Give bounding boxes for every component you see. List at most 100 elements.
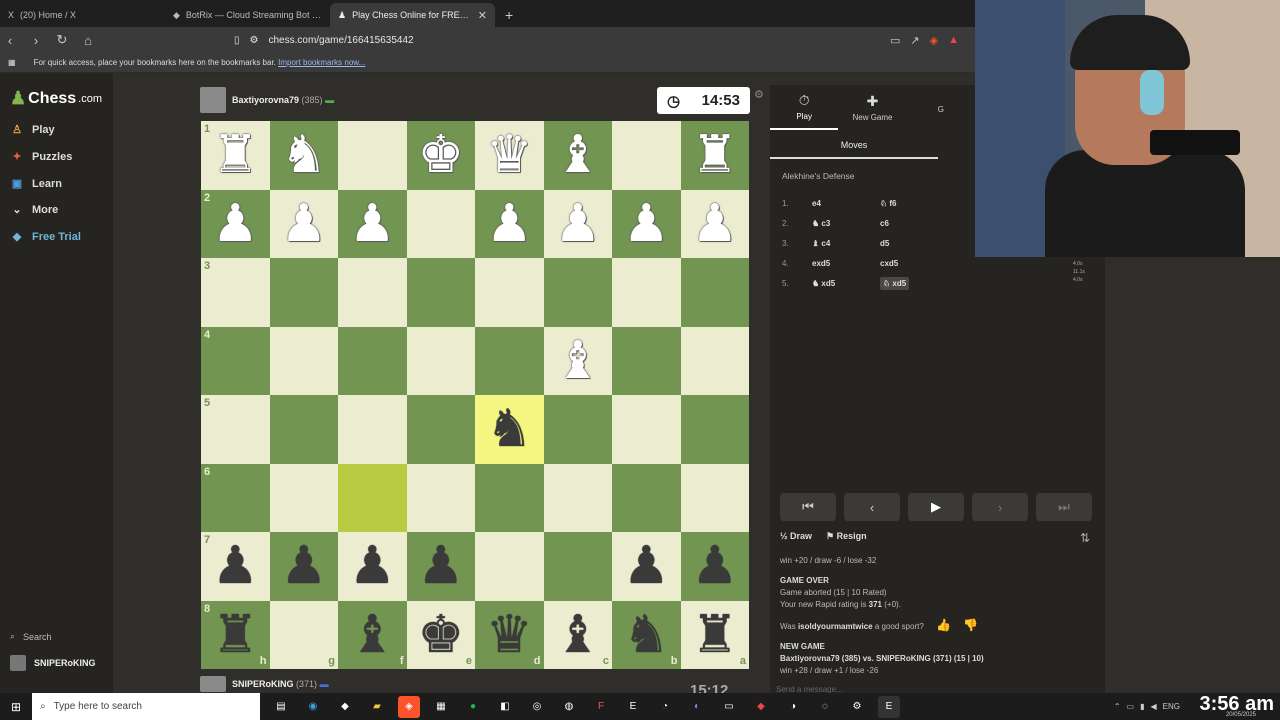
white-pawn-icon[interactable]: ♟ <box>623 198 670 250</box>
browser-tab-x[interactable]: X (20) Home / X <box>0 3 165 27</box>
sidebar-item-learn[interactable]: ▣ Learn <box>10 177 62 191</box>
import-bookmarks-link[interactable]: Import bookmarks now... <box>278 58 365 67</box>
black-knight-icon[interactable]: ♞ <box>623 609 670 661</box>
epic-icon[interactable]: E <box>622 696 644 718</box>
white-bishop-icon[interactable]: ♝ <box>554 129 601 181</box>
home-icon[interactable]: ⌂ <box>78 33 98 48</box>
black-bishop-icon[interactable]: ♝ <box>349 609 396 661</box>
board-settings-gear-icon[interactable]: ⚙ <box>754 88 764 101</box>
board-square[interactable] <box>338 463 407 532</box>
board-square[interactable]: ♟ <box>612 532 681 601</box>
board-square[interactable]: ♚ <box>406 121 475 190</box>
board-square[interactable] <box>475 463 544 532</box>
move-black[interactable]: d5 <box>880 239 940 248</box>
game-icon[interactable]: ◆ <box>334 696 356 718</box>
white-king-icon[interactable]: ♚ <box>417 129 464 181</box>
board-square[interactable] <box>406 395 475 464</box>
chess-board[interactable]: 1 ♜ ♞ ♚ ♛ ♝ ♜ 2 ♟ ♟ ♟ ♟ ♟ ♟ ♟ 3 4 ♝ 5 ♞ 6 7 ♟ ♟ ♟ ♟ ♟ ♟ 8 h ♜ g f ♝ e ♚ d ♛ c ♝… <box>201 121 749 669</box>
white-pawn-icon[interactable]: ♟ <box>691 198 738 250</box>
taskbar-search[interactable]: ⌕ Type here to search <box>32 693 260 720</box>
network-icon[interactable]: ▭ <box>1127 702 1135 711</box>
sidebar-item-puzzles[interactable]: ✦ Puzzles <box>10 150 72 164</box>
board-square[interactable] <box>475 532 544 601</box>
chess-logo[interactable]: ♟ Chess .com <box>10 88 102 109</box>
black-pawn-icon[interactable]: ♟ <box>349 540 396 592</box>
white-knight-icon[interactable]: ♞ <box>280 129 327 181</box>
board-square[interactable] <box>475 326 544 395</box>
board-square[interactable] <box>338 326 407 395</box>
board-square[interactable]: ♟ <box>338 532 407 601</box>
black-king-icon[interactable]: ♚ <box>417 609 464 661</box>
sidebar-item-play[interactable]: ♙ Play <box>10 123 55 137</box>
board-square[interactable]: ♞ <box>475 395 544 464</box>
board-square[interactable]: e ♚ <box>406 600 475 669</box>
close-tab-icon[interactable]: ✕ <box>478 9 487 22</box>
bottom-player-name[interactable]: SNIPERoKING <box>232 679 294 689</box>
board-square[interactable]: ♟ <box>475 189 544 258</box>
task-view-icon[interactable]: ▤ <box>270 696 292 718</box>
black-bishop-icon[interactable]: ♝ <box>554 609 601 661</box>
microphone-icon[interactable]: ▮ <box>1140 702 1144 711</box>
board-square[interactable]: ♟ <box>612 189 681 258</box>
avatar[interactable] <box>200 87 226 113</box>
move-white[interactable]: ♞ c3 <box>812 219 880 228</box>
apps-grid-icon[interactable]: ▦ <box>8 58 16 67</box>
browser-tab-chess[interactable]: ♟ Play Chess Online for FREE - 2 Pl ✕ <box>330 3 495 27</box>
board-square[interactable] <box>475 258 544 327</box>
board-square[interactable]: ♛ <box>475 121 544 190</box>
black-pawn-icon[interactable]: ♟ <box>212 540 259 592</box>
sidebar-user[interactable]: SNIPERoKING <box>10 655 96 671</box>
board-square[interactable]: 4 <box>201 326 270 395</box>
tab-moves[interactable]: Moves <box>770 133 938 159</box>
sidebar-item-free-trial[interactable]: ◆ Free Trial <box>10 230 81 244</box>
board-square[interactable] <box>406 258 475 327</box>
draw-button[interactable]: ½ Draw <box>780 531 812 542</box>
move-black[interactable]: c6 <box>880 219 940 228</box>
back-icon[interactable]: ‹ <box>0 33 20 48</box>
board-square[interactable]: 2 ♟ <box>201 189 270 258</box>
move-white[interactable]: exd5 <box>812 259 880 268</box>
avatar[interactable] <box>200 676 226 692</box>
last-move-button[interactable]: ⏭ <box>1036 493 1092 521</box>
white-pawn-icon[interactable]: ♟ <box>280 198 327 250</box>
sidebar-search[interactable]: ⌕ Search <box>10 631 52 642</box>
board-square[interactable] <box>612 463 681 532</box>
board-square[interactable]: ♟ <box>269 532 338 601</box>
flip-board-icon[interactable]: ⇅ <box>1080 531 1090 545</box>
black-pawn-icon[interactable]: ♟ <box>417 540 464 592</box>
board-square[interactable] <box>406 463 475 532</box>
board-square[interactable]: ♝ <box>543 121 612 190</box>
spotify-icon[interactable]: ● <box>462 696 484 718</box>
white-rook-icon[interactable]: ♜ <box>212 129 259 181</box>
black-knight-icon[interactable]: ♞ <box>486 403 533 455</box>
chrome-icon[interactable]: ◔ <box>654 696 676 718</box>
board-square[interactable] <box>406 189 475 258</box>
sidebar-item-more[interactable]: ⌄ More <box>10 203 58 217</box>
board-square[interactable] <box>338 258 407 327</box>
tab-new-game[interactable]: ✚ New Game <box>838 85 906 130</box>
volume-icon[interactable]: ◀ <box>1151 702 1157 711</box>
board-square[interactable]: f ♝ <box>338 600 407 669</box>
white-pawn-icon[interactable]: ♟ <box>554 198 601 250</box>
black-pawn-icon[interactable]: ♟ <box>623 540 670 592</box>
rewards-icon[interactable]: ▲ <box>948 34 959 47</box>
white-queen-icon[interactable]: ♛ <box>486 129 533 181</box>
store-icon[interactable]: ▦ <box>430 696 452 718</box>
board-square[interactable]: d ♛ <box>475 600 544 669</box>
tf-icon[interactable]: F <box>590 696 612 718</box>
board-square[interactable] <box>338 395 407 464</box>
board-square[interactable]: 3 <box>201 258 270 327</box>
settings-icon[interactable]: ⚙ <box>846 696 868 718</box>
opening-name[interactable]: Alekhine's Defense <box>782 171 855 181</box>
browser-tab-botrix[interactable]: ◆ BotRix — Cloud Streaming Bot for Tw <box>165 3 330 27</box>
board-square[interactable]: ♟ <box>680 532 749 601</box>
board-square[interactable] <box>269 326 338 395</box>
board-square[interactable]: ♜ <box>680 121 749 190</box>
resign-button[interactable]: ⚑ Resign <box>826 531 867 542</box>
black-pawn-icon[interactable]: ♟ <box>691 540 738 592</box>
cast-icon[interactable]: ▭ <box>890 34 900 47</box>
board-square[interactable] <box>680 395 749 464</box>
white-pawn-icon[interactable]: ♟ <box>486 198 533 250</box>
new-tab-button[interactable]: + <box>495 3 523 27</box>
app-icon[interactable]: ◌ <box>814 696 836 718</box>
